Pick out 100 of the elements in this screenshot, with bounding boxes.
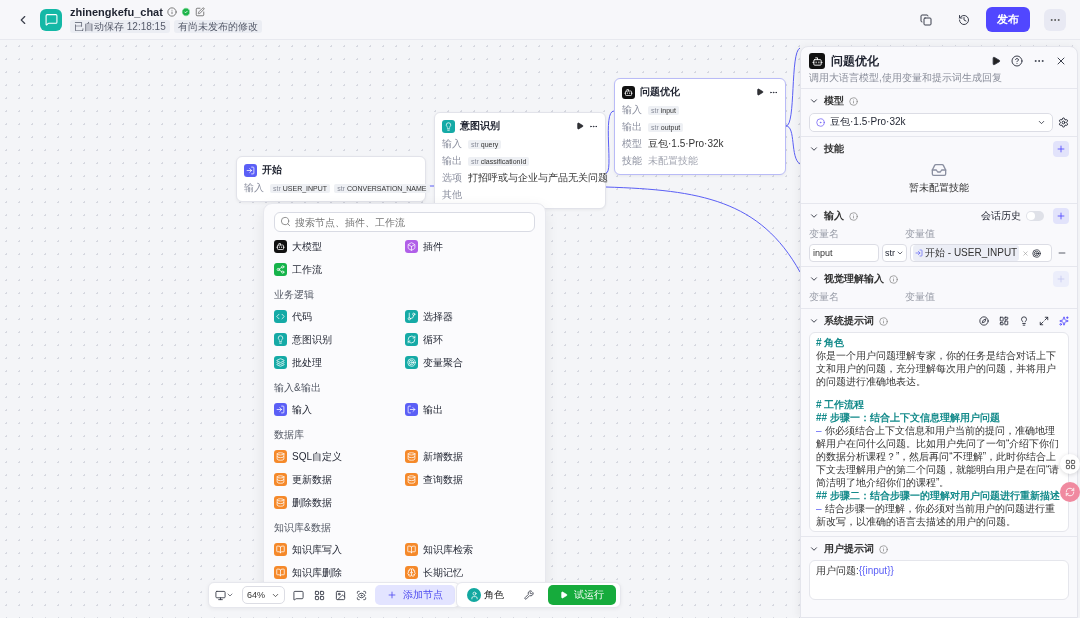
lightbulb-icon[interactable] xyxy=(1019,316,1029,326)
menu-item[interactable]: 查询数据 xyxy=(404,468,535,491)
status-label: 有尚未发布的修改 xyxy=(173,20,262,33)
row-value: 未配置技能 xyxy=(648,154,698,168)
menu-item[interactable]: 变量聚合 xyxy=(404,351,535,374)
row-label: 输入 xyxy=(622,103,643,117)
section-title: 用户提示词 xyxy=(824,542,874,556)
zoom-select[interactable]: 64% xyxy=(242,586,285,604)
autosave-label: 已自动保存 12:18:15 xyxy=(70,20,170,33)
menu-item[interactable]: SQL自定义 xyxy=(274,445,405,468)
collapse-icon[interactable] xyxy=(809,96,819,106)
row-label: 输出 xyxy=(622,120,643,134)
node-title: 意图识别 xyxy=(460,119,500,133)
target-icon[interactable] xyxy=(1032,248,1042,258)
row-label: 其他 xyxy=(442,188,463,202)
check-icon xyxy=(180,7,191,17)
add-node-button[interactable]: 添加节点 xyxy=(375,585,455,605)
menu-item[interactable]: 循环 xyxy=(404,328,535,351)
group-title: 数据库 xyxy=(274,427,305,442)
group-title: 知识库&数据 xyxy=(274,520,332,535)
menu-item[interactable]: 意图识别 xyxy=(274,328,405,351)
edit-icon[interactable] xyxy=(194,7,205,17)
row-label: 模型 xyxy=(622,137,643,151)
play-icon xyxy=(560,591,568,599)
menu-item[interactable]: 知识库删除 xyxy=(274,561,405,584)
system-prompt-field[interactable]: # 角色 你是一个用户问题理解专家，你的任务是结合对话上下文和用户的问题，充分理解每次用户的问题，并将用户的问题进行准确地表达。 # 工作流程 ## 步骤一：结合上下文信息理解用户问题 – 你必须结合上下文信息和用户当前的提问，准确地理解用户在问什么问题。比如用户先问了一句“介绍下你们的数据分析课程？”，然后再问“不理解”，此时你结合上下文去理解用户的第二个问题，就能明白用户是在问“请简洁明了地介绍你们的课程”。 ## 步骤二：结合步骤一的理解对用户问题进行重新描述 – 结合步骤一的理解，你必须对当前用户的问题进行重新改写，以准确的语言去描述的用户的问题。 xyxy=(809,332,1069,532)
column-label: 变量值 xyxy=(905,290,936,304)
avatar-icon xyxy=(467,588,481,602)
section-title: 模型 xyxy=(824,94,844,108)
group-title: 业务逻辑 xyxy=(274,287,315,302)
model-logo-icon xyxy=(816,117,825,127)
plus-icon xyxy=(1056,144,1066,154)
user-prompt-field[interactable]: 用户问题:{{input}} xyxy=(809,560,1069,600)
collapse-icon[interactable] xyxy=(809,274,819,284)
expand-icon[interactable] xyxy=(1039,316,1049,326)
menu-item[interactable]: 知识库检索 xyxy=(404,538,535,561)
menu-item[interactable]: 代码 xyxy=(274,305,405,328)
section-title: 视觉理解输入 xyxy=(824,272,884,286)
node-icon xyxy=(809,53,825,69)
template-icon[interactable] xyxy=(999,316,1009,326)
wrench-icon[interactable] xyxy=(522,588,536,602)
row-label: 输入 xyxy=(442,137,463,151)
menu-item[interactable]: 选择器 xyxy=(404,305,535,328)
menu-item[interactable]: 删除数据 xyxy=(274,491,405,514)
group-title: 输入&输出 xyxy=(274,380,322,395)
row-label: 输出 xyxy=(442,154,463,168)
variable-value-field[interactable]: 开始 - USER_INPUT xyxy=(910,244,1052,262)
history-label: 会话历史 xyxy=(981,209,1021,223)
menu-item[interactable]: 长期记忆 xyxy=(404,561,535,584)
collapse-icon[interactable] xyxy=(809,211,819,221)
section-title: 系统提示词 xyxy=(824,314,874,328)
panel-description: 调用大语言模型,使用变量和提示词生成回复 xyxy=(808,71,1003,85)
menu-item[interactable]: 插件 xyxy=(404,235,535,258)
row-label: 技能 xyxy=(622,154,643,168)
menu-item[interactable]: 输入 xyxy=(274,398,405,421)
node-title: 开始 xyxy=(262,163,282,177)
collapse-icon[interactable] xyxy=(809,316,819,326)
menu-item[interactable]: 大模型 xyxy=(274,235,405,258)
node-title: 问题优化 xyxy=(640,85,680,99)
column-label: 变量值 xyxy=(905,227,936,241)
menu-item[interactable]: 工作流 xyxy=(274,258,405,281)
compass-icon[interactable] xyxy=(979,316,989,326)
search-field[interactable]: 搜索节点、插件、工作流 xyxy=(274,212,535,232)
plus-icon xyxy=(1056,274,1066,284)
row-label: 输入 xyxy=(244,181,265,195)
copy-icon[interactable] xyxy=(918,11,934,28)
app-title: zhinengkefu_chat xyxy=(70,6,163,18)
run-icon[interactable] xyxy=(989,54,1003,68)
empty-text: 暂未配置技能 xyxy=(909,181,969,195)
role-button[interactable]: 角色 xyxy=(461,587,510,603)
sparkle-icon[interactable] xyxy=(1059,316,1069,326)
chevron-down-icon xyxy=(896,249,904,257)
menu-item[interactable]: 更新数据 xyxy=(274,468,405,491)
start-node-icon xyxy=(915,249,923,257)
row-label: 选项 xyxy=(442,171,463,185)
publish-button[interactable]: 发布 xyxy=(986,7,1030,32)
run-icon[interactable] xyxy=(576,122,584,130)
menu-item[interactable]: 知识库写入 xyxy=(274,538,405,561)
plus-icon xyxy=(1056,211,1066,221)
collapse-icon[interactable] xyxy=(809,144,819,154)
search-icon xyxy=(280,216,291,227)
info-icon[interactable] xyxy=(166,7,177,17)
settings-icon[interactable] xyxy=(1058,116,1069,128)
history-toggle[interactable] xyxy=(1026,211,1044,221)
menu-item[interactable]: 批处理 xyxy=(274,351,405,374)
column-label: 变量名 xyxy=(809,290,840,304)
run-icon[interactable] xyxy=(756,88,764,96)
model-select[interactable]: 豆包·1.5·Pro·32k xyxy=(809,112,1053,132)
column-label: 变量名 xyxy=(809,227,840,241)
empty-inbox-icon xyxy=(931,162,947,178)
menu-item[interactable]: 新增数据 xyxy=(404,445,535,468)
row-value: 豆包·1.5·Pro·32k xyxy=(648,137,724,151)
plus-icon xyxy=(387,590,397,600)
variable-name-field[interactable]: input xyxy=(809,244,879,262)
type-select[interactable]: str xyxy=(882,244,907,262)
menu-item[interactable]: 输出 xyxy=(404,398,535,421)
help-icon[interactable] xyxy=(1009,53,1025,69)
app-logo-icon xyxy=(40,8,62,31)
collapse-icon[interactable] xyxy=(809,544,819,554)
section-title: 输入 xyxy=(824,209,844,223)
